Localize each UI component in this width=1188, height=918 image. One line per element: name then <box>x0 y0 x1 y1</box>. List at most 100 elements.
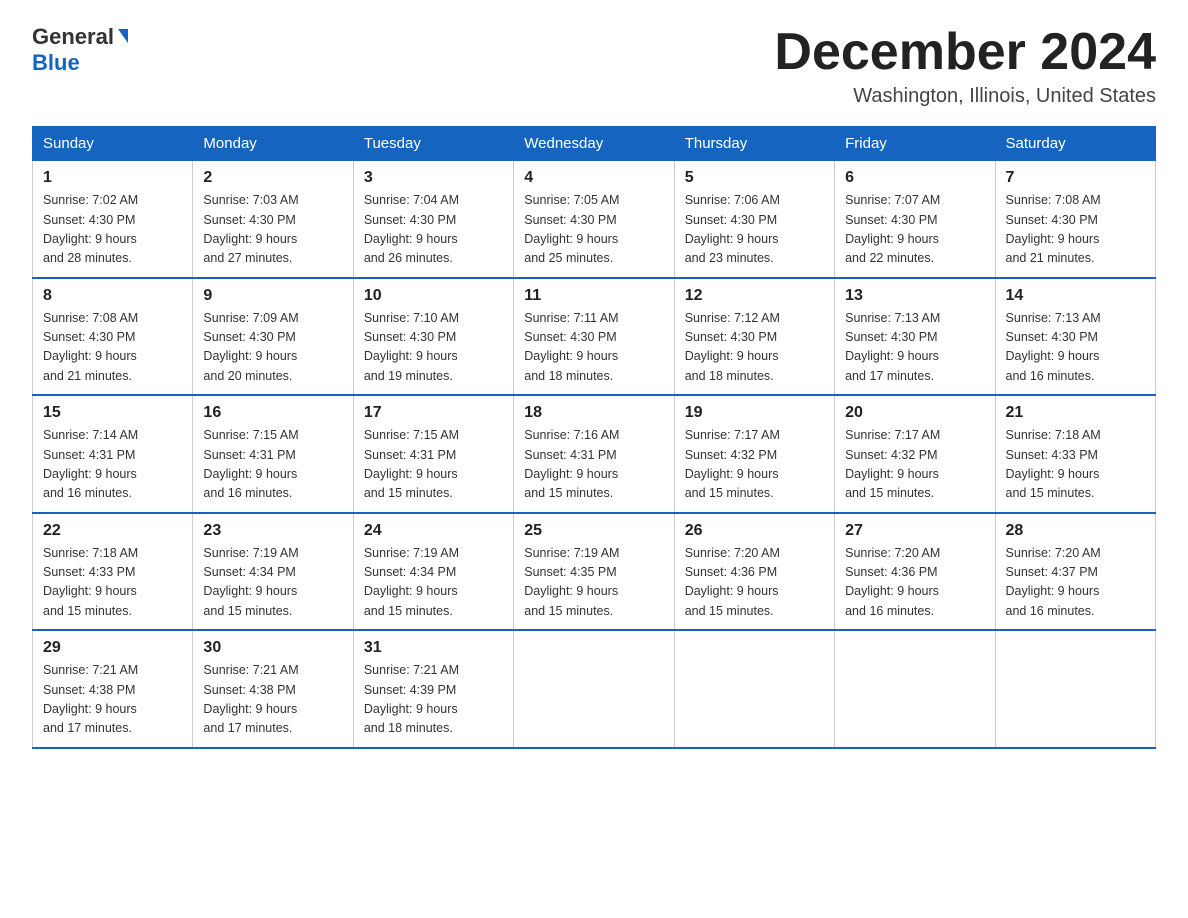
day-info: Sunrise: 7:08 AMSunset: 4:30 PMDaylight:… <box>43 309 182 387</box>
calendar-week-row: 15 Sunrise: 7:14 AMSunset: 4:31 PMDayligh… <box>33 395 1156 513</box>
calendar-cell: 28Sunrise: 7:20 AMSunset: 4:37 PMDayligh… <box>995 513 1155 631</box>
title-block: December 2024 Washington, Illinois, Unit… <box>774 24 1156 108</box>
weekday-header-thursday: Thursday <box>674 127 834 161</box>
day-info: Sunrise: 7:02 AMSunset: 4:30 PMDaylight:… <box>43 191 182 269</box>
calendar-week-row: 1 Sunrise: 7:02 AMSunset: 4:30 PMDaylight… <box>33 161 1156 278</box>
calendar-cell: 30 Sunrise: 7:21 AMSunset: 4:38 PMDayligh… <box>193 630 353 748</box>
day-number: 27 <box>845 522 984 540</box>
day-info: Sunrise: 7:21 AMSunset: 4:39 PMDaylight:… <box>364 661 503 739</box>
calendar-cell: 26 Sunrise: 7:20 AMSunset: 4:36 PMDayligh… <box>674 513 834 631</box>
day-info: Sunrise: 7:04 AMSunset: 4:30 PMDaylight:… <box>364 191 503 269</box>
calendar-cell: 6 Sunrise: 7:07 AMSunset: 4:30 PMDaylight… <box>835 161 995 278</box>
day-info: Sunrise: 7:13 AMSunset: 4:30 PMDaylight:… <box>845 309 984 387</box>
day-info: Sunrise: 7:06 AMSunset: 4:30 PMDaylight:… <box>685 191 824 269</box>
day-info: Sunrise: 7:07 AMSunset: 4:30 PMDaylight:… <box>845 191 984 269</box>
calendar-cell: 5 Sunrise: 7:06 AMSunset: 4:30 PMDaylight… <box>674 161 834 278</box>
calendar-cell: 2Sunrise: 7:03 AMSunset: 4:30 PMDaylight… <box>193 161 353 278</box>
calendar-cell: 9Sunrise: 7:09 AMSunset: 4:30 PMDaylight… <box>193 278 353 396</box>
day-info: Sunrise: 7:18 AMSunset: 4:33 PMDaylight:… <box>1006 426 1145 504</box>
day-number: 4 <box>524 169 663 187</box>
day-number: 29 <box>43 639 182 657</box>
calendar-cell: 18Sunrise: 7:16 AMSunset: 4:31 PMDayligh… <box>514 395 674 513</box>
day-number: 18 <box>524 404 663 422</box>
day-number: 9 <box>203 287 342 305</box>
day-info: Sunrise: 7:20 AMSunset: 4:36 PMDaylight:… <box>845 544 984 622</box>
calendar-cell: 31Sunrise: 7:21 AMSunset: 4:39 PMDayligh… <box>353 630 513 748</box>
day-info: Sunrise: 7:05 AMSunset: 4:30 PMDaylight:… <box>524 191 663 269</box>
weekday-header-tuesday: Tuesday <box>353 127 513 161</box>
day-info: Sunrise: 7:15 AMSunset: 4:31 PMDaylight:… <box>203 426 342 504</box>
day-number: 13 <box>845 287 984 305</box>
day-number: 17 <box>364 404 503 422</box>
day-info: Sunrise: 7:08 AMSunset: 4:30 PMDaylight:… <box>1006 191 1145 269</box>
calendar-cell: 27 Sunrise: 7:20 AMSunset: 4:36 PMDayligh… <box>835 513 995 631</box>
day-number: 22 <box>43 522 182 540</box>
day-number: 26 <box>685 522 824 540</box>
calendar-cell: 14 Sunrise: 7:13 AMSunset: 4:30 PMDayligh… <box>995 278 1155 396</box>
day-info: Sunrise: 7:21 AMSunset: 4:38 PMDaylight:… <box>203 661 342 739</box>
calendar-cell: 25Sunrise: 7:19 AMSunset: 4:35 PMDayligh… <box>514 513 674 631</box>
calendar-cell: 19 Sunrise: 7:17 AMSunset: 4:32 PMDayligh… <box>674 395 834 513</box>
calendar-cell <box>995 630 1155 748</box>
day-info: Sunrise: 7:21 AMSunset: 4:38 PMDaylight:… <box>43 661 182 739</box>
location-subtitle: Washington, Illinois, United States <box>774 85 1156 108</box>
day-info: Sunrise: 7:19 AMSunset: 4:34 PMDaylight:… <box>203 544 342 622</box>
day-number: 30 <box>203 639 342 657</box>
day-number: 19 <box>685 404 824 422</box>
day-info: Sunrise: 7:18 AMSunset: 4:33 PMDaylight:… <box>43 544 182 622</box>
day-number: 8 <box>43 287 182 305</box>
calendar-cell: 29 Sunrise: 7:21 AMSunset: 4:38 PMDayligh… <box>33 630 193 748</box>
calendar-cell: 24 Sunrise: 7:19 AMSunset: 4:34 PMDayligh… <box>353 513 513 631</box>
calendar-week-row: 22 Sunrise: 7:18 AMSunset: 4:33 PMDayligh… <box>33 513 1156 631</box>
day-number: 15 <box>43 404 182 422</box>
day-number: 11 <box>524 287 663 305</box>
day-info: Sunrise: 7:17 AMSunset: 4:32 PMDaylight:… <box>685 426 824 504</box>
calendar-cell: 8 Sunrise: 7:08 AMSunset: 4:30 PMDaylight… <box>33 278 193 396</box>
day-number: 7 <box>1006 169 1145 187</box>
calendar-cell: 13 Sunrise: 7:13 AMSunset: 4:30 PMDayligh… <box>835 278 995 396</box>
day-info: Sunrise: 7:03 AMSunset: 4:30 PMDaylight:… <box>203 191 342 269</box>
calendar-week-row: 29 Sunrise: 7:21 AMSunset: 4:38 PMDayligh… <box>33 630 1156 748</box>
page-header: General Blue December 2024 Washington, I… <box>32 24 1156 108</box>
day-info: Sunrise: 7:19 AMSunset: 4:35 PMDaylight:… <box>524 544 663 622</box>
day-info: Sunrise: 7:10 AMSunset: 4:30 PMDaylight:… <box>364 309 503 387</box>
calendar-cell: 20Sunrise: 7:17 AMSunset: 4:32 PMDayligh… <box>835 395 995 513</box>
day-info: Sunrise: 7:20 AMSunset: 4:36 PMDaylight:… <box>685 544 824 622</box>
calendar-cell: 7 Sunrise: 7:08 AMSunset: 4:30 PMDaylight… <box>995 161 1155 278</box>
calendar-header-row: SundayMondayTuesdayWednesdayThursdayFrid… <box>33 127 1156 161</box>
day-info: Sunrise: 7:14 AMSunset: 4:31 PMDaylight:… <box>43 426 182 504</box>
day-number: 24 <box>364 522 503 540</box>
calendar-cell <box>835 630 995 748</box>
day-info: Sunrise: 7:13 AMSunset: 4:30 PMDaylight:… <box>1006 309 1145 387</box>
calendar-cell: 3 Sunrise: 7:04 AMSunset: 4:30 PMDaylight… <box>353 161 513 278</box>
calendar-cell: 1 Sunrise: 7:02 AMSunset: 4:30 PMDaylight… <box>33 161 193 278</box>
calendar-cell: 4 Sunrise: 7:05 AMSunset: 4:30 PMDaylight… <box>514 161 674 278</box>
calendar-cell: 16 Sunrise: 7:15 AMSunset: 4:31 PMDayligh… <box>193 395 353 513</box>
day-info: Sunrise: 7:15 AMSunset: 4:31 PMDaylight:… <box>364 426 503 504</box>
weekday-header-friday: Friday <box>835 127 995 161</box>
calendar-cell: 23Sunrise: 7:19 AMSunset: 4:34 PMDayligh… <box>193 513 353 631</box>
day-number: 16 <box>203 404 342 422</box>
logo-blue-text: Blue <box>32 50 80 76</box>
day-number: 14 <box>1006 287 1145 305</box>
day-number: 21 <box>1006 404 1145 422</box>
calendar-cell: 22 Sunrise: 7:18 AMSunset: 4:33 PMDayligh… <box>33 513 193 631</box>
weekday-header-wednesday: Wednesday <box>514 127 674 161</box>
day-number: 6 <box>845 169 984 187</box>
day-number: 12 <box>685 287 824 305</box>
logo-triangle-icon <box>118 29 128 43</box>
day-number: 20 <box>845 404 984 422</box>
weekday-header-sunday: Sunday <box>33 127 193 161</box>
calendar-cell: 17 Sunrise: 7:15 AMSunset: 4:31 PMDayligh… <box>353 395 513 513</box>
weekday-header-monday: Monday <box>193 127 353 161</box>
day-info: Sunrise: 7:19 AMSunset: 4:34 PMDaylight:… <box>364 544 503 622</box>
month-title: December 2024 <box>774 24 1156 81</box>
day-number: 1 <box>43 169 182 187</box>
logo: General Blue <box>32 24 128 76</box>
calendar-table: SundayMondayTuesdayWednesdayThursdayFrid… <box>32 126 1156 749</box>
calendar-cell: 21 Sunrise: 7:18 AMSunset: 4:33 PMDayligh… <box>995 395 1155 513</box>
logo-general-text: General <box>32 24 114 50</box>
calendar-week-row: 8 Sunrise: 7:08 AMSunset: 4:30 PMDaylight… <box>33 278 1156 396</box>
day-number: 5 <box>685 169 824 187</box>
day-number: 3 <box>364 169 503 187</box>
